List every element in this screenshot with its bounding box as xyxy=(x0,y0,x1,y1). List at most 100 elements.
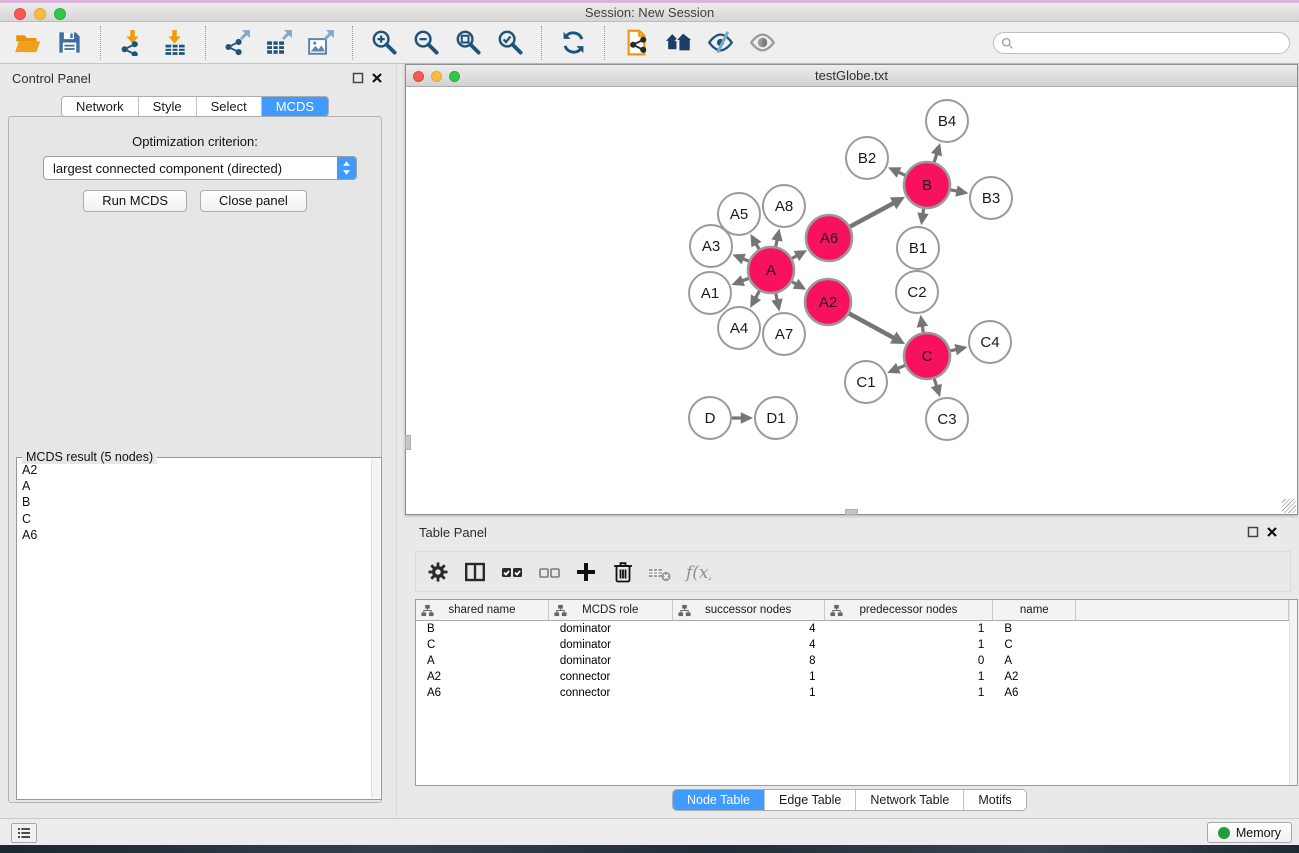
tab-edge-table[interactable]: Edge Table xyxy=(765,790,856,810)
network-hscroll-thumb[interactable] xyxy=(845,509,858,515)
table-row[interactable]: Adominator80A xyxy=(416,653,1289,669)
result-item[interactable]: A6 xyxy=(22,527,370,543)
table-cell[interactable]: 1 xyxy=(825,621,994,637)
task-history-button[interactable] xyxy=(11,823,37,843)
table-cell[interactable] xyxy=(1076,669,1289,685)
graph-edge-C-C1[interactable] xyxy=(897,365,904,368)
table-cell[interactable]: 8 xyxy=(673,653,825,669)
search-input[interactable] xyxy=(1018,34,1289,52)
tab-network[interactable]: Network xyxy=(62,97,139,116)
save-session-button[interactable] xyxy=(52,26,86,60)
result-scrollbar[interactable] xyxy=(371,459,380,798)
result-item[interactable]: A2 xyxy=(22,462,370,478)
table-cell[interactable]: dominator xyxy=(549,637,673,653)
import-network-button[interactable] xyxy=(115,26,149,60)
graph-edge-A6-B[interactable] xyxy=(850,203,894,227)
clear-checks-button[interactable] xyxy=(535,558,563,586)
table-row[interactable]: A2connector11A2 xyxy=(416,669,1289,685)
tab-node-table[interactable]: Node Table xyxy=(673,790,765,810)
tab-network-table[interactable]: Network Table xyxy=(856,790,964,810)
delete-column-button[interactable] xyxy=(609,558,637,586)
table-cell[interactable]: B xyxy=(416,621,549,637)
export-table-button[interactable] xyxy=(262,26,296,60)
show-style-button[interactable] xyxy=(703,26,737,60)
table-row[interactable]: A6connector11A6 xyxy=(416,685,1289,701)
column-header-MCDS-role[interactable]: MCDS role xyxy=(549,600,673,620)
home-button[interactable] xyxy=(661,26,695,60)
result-item[interactable]: B xyxy=(22,494,370,510)
table-cell[interactable]: A6 xyxy=(416,685,549,701)
table-cell[interactable]: 1 xyxy=(673,669,825,685)
resize-grip[interactable] xyxy=(1282,499,1296,513)
graph-edge-B-B3[interactable] xyxy=(951,190,958,191)
float-table-panel-icon[interactable] xyxy=(1247,526,1259,538)
table-cell[interactable]: dominator xyxy=(549,653,673,669)
graph-edge-A-A1[interactable] xyxy=(742,278,749,280)
zoom-selected-button[interactable] xyxy=(493,26,527,60)
column-header-successor-nodes[interactable]: successor nodes xyxy=(673,600,825,620)
table-cell[interactable]: C xyxy=(416,637,549,653)
graph-edge-A2-C[interactable] xyxy=(849,313,894,338)
table-cell[interactable]: A2 xyxy=(416,669,549,685)
network-vscroll-thumb[interactable] xyxy=(405,435,411,450)
graph-edge-C-C3[interactable] xyxy=(934,379,936,387)
result-item[interactable]: A xyxy=(22,478,370,494)
table-cell[interactable]: 4 xyxy=(673,621,825,637)
zoom-out-button[interactable] xyxy=(409,26,443,60)
table-cell[interactable]: 1 xyxy=(825,669,994,685)
table-cell[interactable]: A xyxy=(416,653,549,669)
column-header-shared-name[interactable]: shared name xyxy=(416,600,549,620)
tab-style[interactable]: Style xyxy=(139,97,197,116)
graph-edge-A-A4[interactable] xyxy=(756,291,760,298)
graph-edge-A-A8[interactable] xyxy=(776,240,777,247)
table-cell[interactable]: A2 xyxy=(993,669,1076,685)
table-cell[interactable]: connector xyxy=(549,669,673,685)
table-scrollbar[interactable] xyxy=(1289,600,1297,785)
network-canvas[interactable]: AA1A2A3A4A5A6A7A8BB1B2B3B4CC1C2C3C4DD1 xyxy=(406,88,1297,514)
search-box[interactable] xyxy=(993,32,1290,54)
table-cell[interactable] xyxy=(1076,685,1289,701)
graph-edge-A-A7[interactable] xyxy=(776,294,777,301)
table-cell[interactable]: A6 xyxy=(993,685,1076,701)
tab-select[interactable]: Select xyxy=(197,97,262,116)
import-table-button[interactable] xyxy=(157,26,191,60)
table-row[interactable]: Bdominator41B xyxy=(416,621,1289,637)
table-cell[interactable]: dominator xyxy=(549,621,673,637)
table-cell[interactable] xyxy=(1076,637,1289,653)
table-row[interactable]: Cdominator41C xyxy=(416,637,1289,653)
table-cell[interactable] xyxy=(1076,653,1289,669)
close-panel-icon[interactable] xyxy=(371,72,383,84)
export-image-button[interactable] xyxy=(304,26,338,60)
mcds-result-list[interactable]: A2ABCA6 xyxy=(18,459,370,798)
table-cell[interactable]: connector xyxy=(549,685,673,701)
table-cell[interactable]: 1 xyxy=(825,637,994,653)
refresh-button[interactable] xyxy=(556,26,590,60)
panel-divider[interactable] xyxy=(396,64,397,818)
result-item[interactable]: C xyxy=(22,511,370,527)
float-panel-icon[interactable] xyxy=(352,72,364,84)
zoom-fit-button[interactable] xyxy=(451,26,485,60)
close-table-panel-icon[interactable] xyxy=(1266,526,1278,538)
add-column-button[interactable] xyxy=(572,558,600,586)
table-cell[interactable]: A xyxy=(993,653,1076,669)
zoom-in-button[interactable] xyxy=(367,26,401,60)
table-cell[interactable]: B xyxy=(993,621,1076,637)
graph-edge-B-B2[interactable] xyxy=(898,172,905,175)
open-session-button[interactable] xyxy=(10,26,44,60)
table-cell[interactable]: C xyxy=(993,637,1076,653)
network-window-titlebar[interactable]: testGlobe.txt xyxy=(406,65,1297,87)
column-header-predecessor-nodes[interactable]: predecessor nodes xyxy=(825,600,994,620)
run-mcds-button[interactable]: Run MCDS xyxy=(83,190,187,212)
column-header-name[interactable]: name xyxy=(993,600,1076,620)
column-view-button[interactable] xyxy=(461,558,489,586)
table-cell[interactable] xyxy=(1076,621,1289,637)
table-cell[interactable]: 1 xyxy=(825,685,994,701)
graph-edge-B-B4[interactable] xyxy=(934,154,937,162)
select-all-checks-button[interactable] xyxy=(498,558,526,586)
tab-motifs[interactable]: Motifs xyxy=(964,790,1025,810)
table-cell[interactable]: 1 xyxy=(673,685,825,701)
export-network-button[interactable] xyxy=(220,26,254,60)
tab-mcds[interactable]: MCDS xyxy=(262,97,328,116)
criterion-select[interactable]: largest connected component (directed) xyxy=(43,156,357,180)
gear-button[interactable] xyxy=(424,558,452,586)
